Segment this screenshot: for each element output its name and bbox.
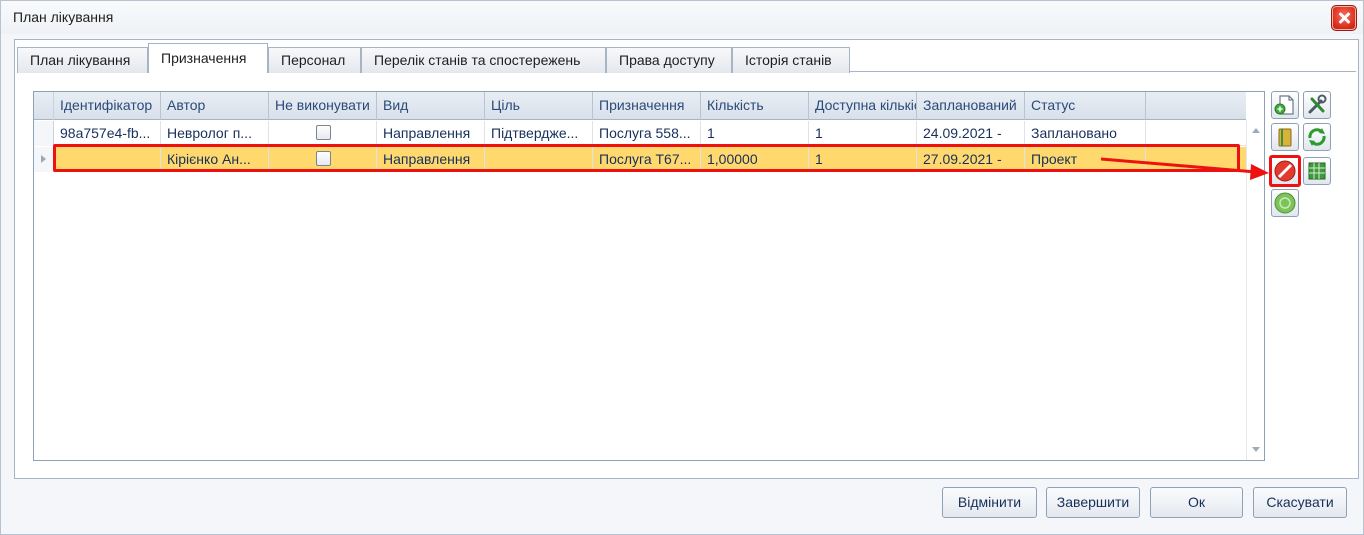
cell-skip (269, 121, 377, 146)
row-indicator (34, 147, 54, 172)
column-header-status[interactable]: Статус (1025, 92, 1146, 120)
vertical-scrollbar[interactable] (1246, 120, 1264, 460)
tab-staff[interactable]: Персонал (268, 47, 361, 73)
tab-access-rights[interactable]: Права доступу (606, 47, 732, 73)
cancel-appointment-button[interactable] (1269, 155, 1301, 187)
link-refresh-button[interactable] (1303, 123, 1331, 151)
status-circle-button[interactable] (1271, 189, 1299, 217)
add-document-icon (1274, 95, 1294, 115)
ok-button[interactable]: Ок (1150, 487, 1243, 518)
skip-checkbox[interactable] (316, 125, 331, 140)
column-header-qty[interactable]: Кількість (701, 92, 809, 120)
column-header-planned[interactable]: Запланований (917, 92, 1025, 120)
column-header-author[interactable]: Автор (161, 92, 269, 120)
cell-goal: Підтвердже... (485, 121, 593, 146)
settings-tools-button[interactable] (1303, 91, 1331, 119)
close-icon[interactable] (1331, 5, 1357, 31)
tools-icon (1308, 94, 1327, 114)
book-button[interactable] (1271, 123, 1299, 151)
refresh-link-icon (1308, 128, 1326, 146)
title-bar: План лікування (1, 1, 1363, 34)
column-header-id[interactable]: Ідентифікатор (54, 92, 161, 120)
table-row[interactable]: 98a757e4-fb... Невролог п... Направлення… (34, 121, 1246, 146)
cell-status: Заплановано (1025, 121, 1146, 146)
cell-author: Невролог п... (161, 121, 269, 146)
selected-row-highlight (53, 144, 1240, 172)
column-header-purpose[interactable]: Призначення (593, 92, 701, 120)
cell-planned: 24.09.2021 - (917, 121, 1025, 146)
scroll-down-icon[interactable] (1252, 447, 1260, 452)
cell-qty: 1 (701, 121, 809, 146)
column-header-available[interactable]: Доступна кількість (809, 92, 917, 120)
column-header-skip[interactable]: Не виконувати (269, 92, 377, 120)
cancel-button[interactable]: Скасувати (1253, 487, 1347, 518)
cell-id: 98a757e4-fb... (54, 121, 161, 146)
cell-available: 1 (809, 121, 917, 146)
undo-button[interactable]: Відмінити (942, 487, 1037, 518)
cancel-icon (1274, 160, 1296, 182)
grid-header: Ідентифікатор Автор Не виконувати Вид Ці… (34, 92, 1246, 120)
book-icon (1278, 128, 1292, 147)
current-row-pointer-icon (41, 155, 46, 163)
row-indicator-header (34, 92, 54, 120)
scroll-up-icon[interactable] (1252, 128, 1260, 133)
table-icon (1308, 162, 1326, 180)
add-document-button[interactable] (1271, 91, 1299, 119)
column-header-goal[interactable]: Ціль (485, 92, 593, 120)
row-indicator (34, 121, 54, 146)
tab-state-history[interactable]: Історія станів (732, 47, 850, 73)
tab-appointments[interactable]: Призначення (148, 43, 268, 73)
cell-kind: Направлення (377, 121, 485, 146)
tab-treatment-plan[interactable]: План лікування (17, 47, 148, 73)
window-title: План лікування (13, 9, 114, 25)
dialog-window: План лікування План лікування Призначенн… (0, 0, 1364, 535)
column-header-kind[interactable]: Вид (377, 92, 485, 120)
cell-purpose: Послуга 558... (593, 121, 701, 146)
green-circle-icon (1274, 192, 1296, 214)
finish-button[interactable]: Завершити (1046, 487, 1140, 518)
tab-states-observations[interactable]: Перелік станів та спостережень (361, 47, 606, 73)
table-view-button[interactable] (1303, 157, 1331, 185)
